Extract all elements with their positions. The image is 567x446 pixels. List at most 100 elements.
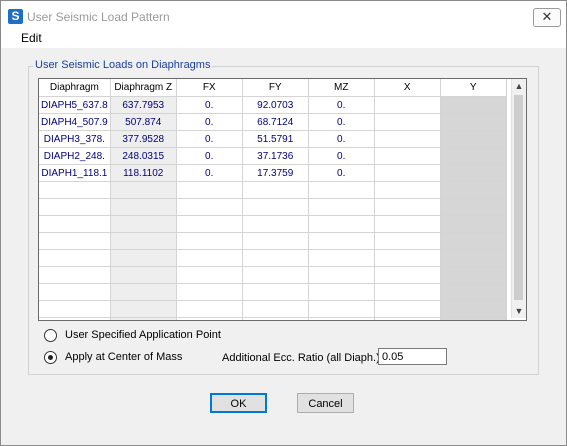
column-header[interactable]: Y	[440, 79, 507, 97]
column-header[interactable]: FY	[242, 79, 309, 97]
table-cell[interactable]	[242, 198, 309, 216]
cancel-button[interactable]: Cancel	[297, 393, 354, 413]
table-cell[interactable]: 51.5791	[242, 130, 309, 148]
table-cell[interactable]	[110, 266, 177, 284]
table-cell[interactable]	[374, 300, 441, 318]
table-cell[interactable]: 0.	[308, 113, 375, 131]
table-cell[interactable]	[176, 215, 243, 233]
table-cell[interactable]	[176, 283, 243, 301]
table-cell[interactable]	[110, 181, 177, 199]
table-cell[interactable]	[242, 317, 309, 320]
table-cell[interactable]	[374, 130, 441, 148]
table-cell[interactable]	[308, 198, 375, 216]
column-header[interactable]: Diaphragm	[39, 79, 111, 97]
table-cell[interactable]	[374, 181, 441, 199]
table-cell[interactable]	[308, 300, 375, 318]
scroll-thumb[interactable]	[514, 95, 523, 300]
table-cell[interactable]	[374, 96, 441, 114]
table-cell[interactable]	[440, 147, 507, 165]
table-cell[interactable]	[176, 232, 243, 250]
table-cell[interactable]	[440, 317, 507, 320]
empty-table-row[interactable]	[39, 232, 507, 250]
table-cell[interactable]: DIAPH1_118.1	[39, 164, 111, 182]
empty-table-row[interactable]	[39, 317, 507, 320]
table-cell[interactable]: 0.	[176, 164, 243, 182]
table-cell[interactable]	[242, 232, 309, 250]
empty-table-row[interactable]	[39, 181, 507, 199]
table-cell[interactable]	[176, 198, 243, 216]
table-row[interactable]: DIAPH2_248. 248.0315 0. 37.1736 0.	[39, 147, 507, 165]
empty-table-row[interactable]	[39, 300, 507, 318]
table-cell[interactable]	[374, 164, 441, 182]
table-cell[interactable]	[39, 249, 111, 267]
table-cell[interactable]	[374, 266, 441, 284]
table-cell[interactable]	[176, 317, 243, 320]
table-cell[interactable]	[39, 232, 111, 250]
table-cell[interactable]	[242, 181, 309, 199]
column-header[interactable]: MZ	[308, 79, 375, 97]
menu-edit[interactable]: Edit	[21, 31, 42, 45]
column-header[interactable]: Diaphragm Z	[110, 79, 177, 97]
table-cell[interactable]	[242, 266, 309, 284]
empty-table-row[interactable]	[39, 266, 507, 284]
table-cell[interactable]	[110, 198, 177, 216]
table-cell[interactable]	[110, 317, 177, 320]
table-cell[interactable]	[374, 249, 441, 267]
table-cell[interactable]	[440, 130, 507, 148]
table-cell[interactable]	[176, 181, 243, 199]
table-cell[interactable]	[440, 266, 507, 284]
table-cell[interactable]	[110, 232, 177, 250]
table-cell[interactable]	[176, 300, 243, 318]
table-cell[interactable]	[242, 283, 309, 301]
table-cell[interactable]	[110, 215, 177, 233]
table-cell[interactable]	[440, 283, 507, 301]
table-cell[interactable]	[374, 317, 441, 320]
table-cell[interactable]	[374, 283, 441, 301]
table-cell[interactable]: 92.0703	[242, 96, 309, 114]
table-cell[interactable]	[308, 266, 375, 284]
table-cell[interactable]	[440, 215, 507, 233]
column-header[interactable]: X	[374, 79, 441, 97]
table-cell[interactable]	[440, 164, 507, 182]
table-cell[interactable]: DIAPH3_378.	[39, 130, 111, 148]
table-cell[interactable]: 17.3759	[242, 164, 309, 182]
close-button[interactable]: ✕	[533, 8, 561, 27]
table-cell[interactable]	[374, 232, 441, 250]
table-cell[interactable]	[39, 181, 111, 199]
table-cell[interactable]	[176, 266, 243, 284]
table-cell[interactable]: 118.1102	[110, 164, 177, 182]
table-cell[interactable]	[374, 215, 441, 233]
empty-table-row[interactable]	[39, 283, 507, 301]
table-cell[interactable]	[440, 198, 507, 216]
table-cell[interactable]	[176, 249, 243, 267]
scroll-down-icon[interactable]: ▼	[512, 304, 526, 318]
table-cell[interactable]	[440, 300, 507, 318]
table-cell[interactable]	[39, 300, 111, 318]
table-cell[interactable]	[39, 266, 111, 284]
table-cell[interactable]	[440, 96, 507, 114]
table-cell[interactable]: 0.	[176, 130, 243, 148]
table-cell[interactable]: 37.1736	[242, 147, 309, 165]
table-cell[interactable]: 0.	[308, 130, 375, 148]
table-cell[interactable]	[308, 215, 375, 233]
loads-grid[interactable]: Diaphragm Diaphragm Z FX FY MZ X Y DIAPH5_637.8…	[38, 78, 527, 321]
table-cell[interactable]: 377.9528	[110, 130, 177, 148]
scroll-up-icon[interactable]: ▲	[512, 79, 526, 93]
table-cell[interactable]: 248.0315	[110, 147, 177, 165]
table-row[interactable]: DIAPH5_637.8 637.7953 0. 92.0703 0.	[39, 96, 507, 114]
table-cell[interactable]	[440, 113, 507, 131]
table-cell[interactable]: 0.	[176, 96, 243, 114]
empty-table-row[interactable]	[39, 215, 507, 233]
table-cell[interactable]: 637.7953	[110, 96, 177, 114]
table-cell[interactable]	[440, 232, 507, 250]
table-cell[interactable]	[110, 283, 177, 301]
table-cell[interactable]	[308, 249, 375, 267]
ecc-ratio-input[interactable]: 0.05	[378, 348, 447, 365]
table-cell[interactable]: 0.	[308, 96, 375, 114]
table-row[interactable]: DIAPH1_118.1 118.1102 0. 17.3759 0.	[39, 164, 507, 182]
ok-button[interactable]: OK	[210, 393, 267, 413]
table-cell[interactable]	[242, 215, 309, 233]
table-row[interactable]: DIAPH4_507.9 507.874 0. 68.7124 0.	[39, 113, 507, 131]
table-cell[interactable]	[440, 249, 507, 267]
table-cell[interactable]: 0.	[308, 164, 375, 182]
